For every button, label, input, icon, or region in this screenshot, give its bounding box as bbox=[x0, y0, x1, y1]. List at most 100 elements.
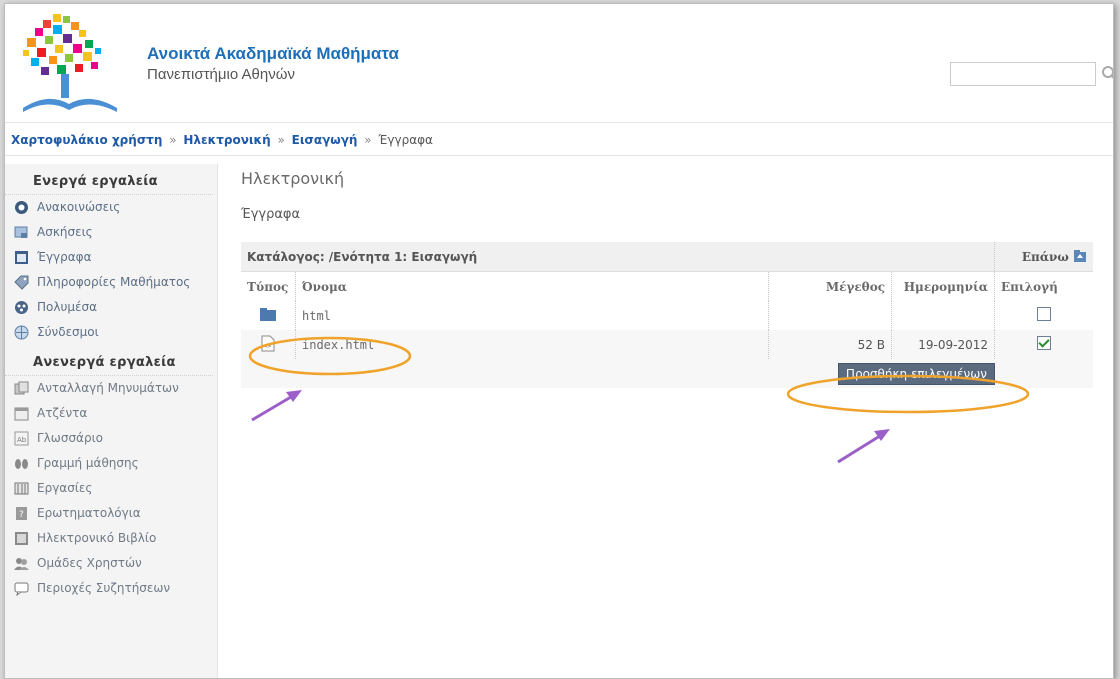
breadcrumb-separator: » bbox=[169, 133, 177, 147]
inactive-tools-heading: Ανενεργά εργαλεία bbox=[5, 345, 213, 376]
sidebar: Ενεργά εργαλεία Ανακοινώσεις Ασκήσεις Έγ… bbox=[5, 164, 218, 678]
catalog-path: Κατάλογος: /Ενότητα 1: Εισαγωγή bbox=[241, 242, 995, 272]
type-cell bbox=[241, 301, 296, 330]
table-header-row: Τύπος Όνομα Μέγεθος Ημερομηνία Επιλογή bbox=[241, 271, 1093, 301]
search-icon[interactable] bbox=[1101, 65, 1114, 83]
sidebar-item-assignments[interactable]: Εργασίες bbox=[5, 476, 217, 501]
documents-icon bbox=[15, 251, 28, 264]
open-courses-logo[interactable] bbox=[13, 12, 129, 120]
sidebar-item-label: Πολυμέσα bbox=[37, 300, 98, 314]
sidebar-item-multimedia[interactable]: Πολυμέσα bbox=[5, 295, 217, 320]
table-row: html bbox=[241, 301, 1093, 330]
html-file-icon: <> bbox=[261, 335, 275, 351]
table-row: <> index.html 52 B 19-09-2012 bbox=[241, 330, 1093, 359]
sidebar-item-documents[interactable]: Έγγραφα bbox=[5, 245, 217, 270]
breadcrumb-unit[interactable]: Εισαγωγή bbox=[292, 133, 358, 147]
course-title: Ηλεκτρονική bbox=[241, 169, 345, 188]
folder-icon bbox=[260, 307, 276, 321]
sidebar-item-label: Ηλεκτρονικό Βιβλίο bbox=[37, 531, 157, 545]
catalog-row: Κατάλογος: /Ενότητα 1: Εισαγωγή Επάνω bbox=[241, 242, 1093, 272]
calendar-icon bbox=[14, 407, 29, 421]
sidebar-item-label: Περιοχές Συζητήσεων bbox=[37, 581, 171, 595]
sidebar-item-label: Γραμμή μάθησης bbox=[37, 456, 139, 470]
folder-up-icon bbox=[1074, 250, 1086, 262]
sidebar-item-course-info[interactable]: Πληροφορίες Μαθήματος bbox=[5, 270, 217, 295]
sidebar-item-label: Έγγραφα bbox=[37, 250, 92, 264]
section-title: Έγγραφα bbox=[241, 207, 301, 222]
svg-text:?: ? bbox=[19, 510, 24, 520]
sidebar-item-links[interactable]: Σύνδεσμοι bbox=[5, 320, 217, 345]
sidebar-item-questionnaire[interactable]: ? Ερωτηματολόγια bbox=[5, 501, 217, 526]
messages-icon bbox=[14, 381, 29, 395]
assignments-icon bbox=[14, 482, 29, 495]
site-header: Ανοικτά Ακαδημαϊκά Μαθήματα Πανεπιστήμιο… bbox=[5, 4, 1113, 122]
breadcrumb: Χαρτοφυλάκιο χρήστη » Ηλεκτρονική » Εισα… bbox=[5, 122, 1113, 156]
active-tools-heading: Ενεργά εργαλεία bbox=[5, 164, 213, 195]
svg-text:Ab: Ab bbox=[17, 436, 27, 444]
sidebar-item-calendar[interactable]: Ατζέντα bbox=[5, 401, 217, 426]
col-type[interactable]: Τύπος bbox=[241, 271, 296, 301]
sidebar-item-announcements[interactable]: Ανακοινώσεις bbox=[5, 195, 217, 220]
sidebar-item-label: Ανακοινώσεις bbox=[37, 200, 121, 214]
folder-name-link[interactable]: html bbox=[295, 301, 769, 330]
sidebar-item-label: Ατζέντα bbox=[37, 406, 88, 420]
site-subtitle: Πανεπιστήμιο Αθηνών bbox=[147, 66, 295, 83]
breadcrumb-separator: » bbox=[277, 133, 285, 147]
action-row: Προσθήκη επιλεγμένων bbox=[241, 359, 1093, 388]
multimedia-icon bbox=[15, 301, 28, 314]
search-input[interactable] bbox=[950, 62, 1096, 86]
col-name[interactable]: Όνομα bbox=[295, 271, 769, 301]
questionnaire-icon: ? bbox=[16, 507, 27, 520]
col-select: Επιλογή bbox=[1001, 279, 1058, 294]
sidebar-item-label: Πληροφορίες Μαθήματος bbox=[37, 275, 191, 289]
sidebar-item-messages[interactable]: Ανταλλαγή Μηνυμάτων bbox=[5, 376, 217, 401]
up-label: Επάνω bbox=[1021, 250, 1069, 264]
sidebar-item-label: Σύνδεσμοι bbox=[37, 325, 99, 339]
sidebar-item-label: Ασκήσεις bbox=[37, 225, 93, 239]
learning-path-icon bbox=[15, 459, 28, 469]
col-date[interactable]: Ημερομηνία bbox=[891, 271, 995, 301]
select-cell bbox=[994, 330, 1093, 359]
select-checkbox-index[interactable] bbox=[1037, 336, 1051, 350]
course-info-icon bbox=[14, 275, 29, 290]
size-cell: 52 B bbox=[768, 330, 892, 359]
svg-text:<>: <> bbox=[264, 343, 272, 350]
sidebar-item-label: Ομάδες Χρηστών bbox=[37, 556, 142, 570]
breadcrumb-portfolio[interactable]: Χαρτοφυλάκιο χρήστη bbox=[11, 133, 162, 147]
select-cell bbox=[994, 301, 1093, 330]
user-groups-icon bbox=[14, 558, 29, 570]
up-link[interactable]: Επάνω bbox=[994, 242, 1093, 272]
select-checkbox-html[interactable] bbox=[1037, 307, 1051, 321]
browser-frame: Ανοικτά Ακαδημαϊκά Μαθήματα Πανεπιστήμιο… bbox=[4, 3, 1114, 679]
file-name-link[interactable]: index.html bbox=[295, 330, 769, 359]
sidebar-item-exercises[interactable]: Ασκήσεις bbox=[5, 220, 217, 245]
sidebar-item-learning-path[interactable]: Γραμμή μάθησης bbox=[5, 451, 217, 476]
sidebar-item-label: Ερωτηματολόγια bbox=[37, 506, 141, 520]
sidebar-item-user-groups[interactable]: Ομάδες Χρηστών bbox=[5, 551, 217, 576]
date-cell: 19-09-2012 bbox=[891, 330, 995, 359]
sidebar-item-label: Γλωσσάριο bbox=[37, 431, 103, 445]
size-cell bbox=[768, 301, 892, 330]
type-cell: <> bbox=[241, 330, 296, 359]
breadcrumb-separator: » bbox=[364, 133, 372, 147]
site-title[interactable]: Ανοικτά Ακαδημαϊκά Μαθήματα bbox=[147, 44, 399, 64]
date-cell bbox=[891, 301, 995, 330]
main-content: Ηλεκτρονική Έγγραφα Κατάλογος: /Ενότητα … bbox=[241, 164, 1101, 388]
announcements-icon bbox=[15, 201, 28, 214]
sidebar-item-forum[interactable]: Περιοχές Συζητήσεων bbox=[5, 576, 217, 601]
sidebar-item-ebook[interactable]: Ηλεκτρονικό Βιβλίο bbox=[5, 526, 217, 551]
sidebar-item-label: Εργασίες bbox=[37, 481, 93, 495]
links-icon bbox=[14, 325, 29, 340]
sidebar-item-glossary[interactable]: Ab Γλωσσάριο bbox=[5, 426, 217, 451]
documents-table: Κατάλογος: /Ενότητα 1: Εισαγωγή Επάνω Τύ… bbox=[241, 242, 1093, 388]
col-size[interactable]: Μέγεθος bbox=[768, 271, 892, 301]
action-cell: Προσθήκη επιλεγμένων bbox=[241, 359, 1093, 388]
breadcrumb-course[interactable]: Ηλεκτρονική bbox=[183, 133, 270, 147]
exercises-icon bbox=[14, 226, 28, 238]
glossary-icon: Ab bbox=[14, 431, 29, 446]
forum-icon bbox=[14, 582, 29, 596]
breadcrumb-current: Έγγραφα bbox=[378, 133, 433, 147]
add-selected-button[interactable]: Προσθήκη επιλεγμένων bbox=[837, 362, 995, 385]
ebook-icon bbox=[15, 532, 28, 545]
sidebar-item-label: Ανταλλαγή Μηνυμάτων bbox=[37, 381, 179, 395]
